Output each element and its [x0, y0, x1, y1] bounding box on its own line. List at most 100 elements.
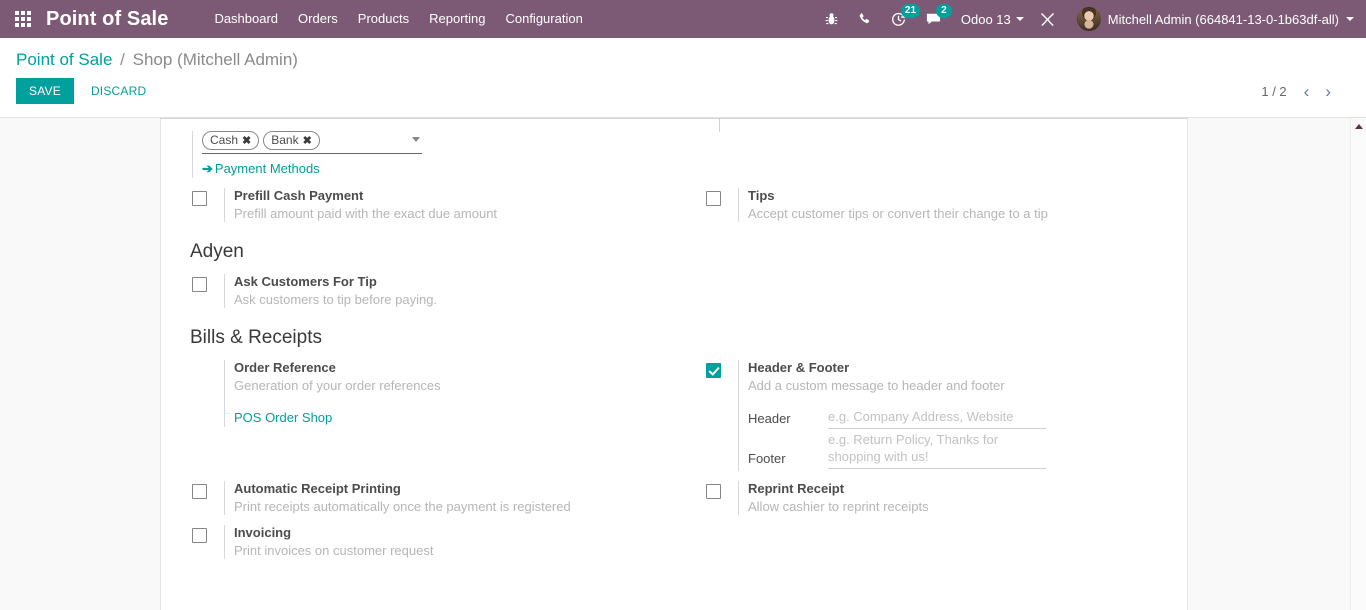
chevron-down-icon — [1015, 17, 1024, 21]
prefill-cash-payment-title: Prefill Cash Payment — [234, 188, 364, 203]
menu-item-dashboard[interactable]: Dashboard — [204, 0, 288, 38]
chevron-down-icon[interactable] — [412, 137, 420, 142]
adyen-row: Ask Customers For Tip Ask customers to t… — [160, 264, 1188, 308]
tag-cash[interactable]: Cash ✖ — [202, 131, 260, 150]
arrow-right-icon: ➔ — [202, 161, 213, 176]
tips-title: Tips — [748, 188, 775, 203]
tag-bank[interactable]: Bank ✖ — [263, 131, 320, 150]
reprint-receipt-checkbox[interactable] — [706, 484, 721, 499]
tag-cash-label: Cash — [210, 133, 239, 147]
prefill-cash-payment-checkbox[interactable] — [192, 191, 207, 206]
vertical-scrollbar[interactable] — [1350, 118, 1366, 610]
payment-methods-input[interactable]: Cash ✖ Bank ✖ — [202, 131, 422, 154]
setting-order-reference: Order Reference Generation of your order… — [160, 360, 674, 427]
tips-description: Accept customer tips or convert their ch… — [748, 206, 1048, 221]
order-reference-column: Order Reference Generation of your order… — [160, 350, 674, 471]
order-reference-description: Generation of your order references — [234, 378, 441, 393]
menu-item-products[interactable]: Products — [348, 0, 419, 38]
pager-value: 1 / 2 — [1261, 83, 1287, 99]
ask-customers-for-tip-checkbox[interactable] — [192, 277, 207, 292]
database-selector[interactable]: Odoo 13 — [951, 12, 1030, 27]
reprint-receipt-column: Reprint Receipt Allow cashier to reprint… — [674, 471, 1188, 515]
order-reference-title: Order Reference — [234, 360, 336, 375]
payment-methods-link-label: Payment Methods — [214, 161, 320, 176]
adyen-right-spacer — [674, 264, 1188, 308]
setting-ask-customers-for-tip: Ask Customers For Tip Ask customers to t… — [160, 274, 674, 308]
payment-methods-right-spacer — [674, 119, 1188, 178]
automatic-receipt-printing-description: Print receipts automatically once the pa… — [234, 499, 571, 514]
setting-reprint-receipt: Reprint Receipt Allow cashier to reprint… — [674, 481, 1188, 515]
section-title-bills-receipts: Bills & Receipts — [190, 327, 322, 348]
menu-item-reporting[interactable]: Reporting — [419, 0, 495, 38]
database-name: Odoo 13 — [960, 11, 1011, 27]
wrench-screwdriver-icon[interactable] — [1030, 0, 1065, 38]
discard-button[interactable]: DISCARD — [80, 78, 157, 104]
settings-content-area: Cash ✖ Bank ✖ ➔ Payment Methods Prefill … — [0, 118, 1366, 610]
header-input[interactable]: e.g. Company Address, Website — [828, 408, 1046, 429]
messages-icon[interactable]: 2 — [916, 0, 952, 38]
pager-next-button[interactable]: › — [1318, 81, 1338, 102]
phone-icon[interactable] — [848, 0, 881, 38]
scroll-up-icon[interactable] — [1355, 124, 1363, 129]
payment-methods-link[interactable]: ➔ Payment Methods — [202, 161, 320, 177]
order-reference-header-footer-row: Order Reference Generation of your order… — [160, 350, 1188, 471]
tips-column: Tips Accept customer tips or convert the… — [674, 178, 1188, 222]
ask-customers-for-tip-description: Ask customers to tip before paying. — [234, 292, 438, 307]
avatar — [1076, 7, 1101, 31]
record-pager: 1 / 2 ‹ › — [1261, 81, 1350, 102]
header-footer-fields: Header e.g. Company Address, Website Foo… — [748, 408, 1188, 469]
settings-form: Cash ✖ Bank ✖ ➔ Payment Methods Prefill … — [160, 119, 1188, 610]
header-footer-description: Add a custom message to header and foote… — [748, 378, 1005, 393]
payment-methods-column: Cash ✖ Bank ✖ ➔ Payment Methods — [160, 119, 674, 178]
apps-grid-icon[interactable] — [0, 0, 46, 38]
order-reference-link[interactable]: POS Order Shop — [234, 410, 332, 425]
control-panel: Point of Sale / Shop (Mitchell Admin) SA… — [0, 38, 1366, 118]
app-brand-title[interactable]: Point of Sale — [46, 8, 168, 31]
prefill-cash-payment-description: Prefill amount paid with the exact due a… — [234, 206, 498, 221]
reprint-receipt-description: Allow cashier to reprint receipts — [748, 499, 929, 514]
header-field-label: Header — [748, 411, 791, 426]
prefill-cash-column: Prefill Cash Payment Prefill amount paid… — [160, 178, 674, 222]
invoicing-row: Invoicing Print invoices on customer req… — [160, 515, 1188, 559]
automatic-receipt-printing-column: Automatic Receipt Printing Print receipt… — [160, 471, 674, 515]
invoicing-title: Invoicing — [234, 525, 292, 540]
header-field-row: Header e.g. Company Address, Website — [748, 408, 1188, 429]
setting-automatic-receipt-printing: Automatic Receipt Printing Print receipt… — [160, 481, 674, 515]
payment-methods-row: Cash ✖ Bank ✖ ➔ Payment Methods — [160, 119, 1188, 178]
prefill-tips-row: Prefill Cash Payment Prefill amount paid… — [160, 178, 1188, 222]
header-footer-column: Header & Footer Add a custom message to … — [674, 350, 1188, 471]
invoicing-checkbox[interactable] — [192, 528, 207, 543]
invoicing-column: Invoicing Print invoices on customer req… — [160, 515, 674, 559]
header-footer-checkbox[interactable] — [706, 363, 721, 378]
user-name: Mitchell Admin (664841-13-0-1b63df-all) — [1107, 11, 1339, 27]
footer-field-row: Footer e.g. Return Policy, Thanks for sh… — [748, 431, 1188, 469]
footer-field-label: Footer — [748, 451, 786, 466]
tips-checkbox[interactable] — [706, 191, 721, 206]
section-title-adyen: Adyen — [190, 241, 244, 262]
setting-tips: Tips Accept customer tips or convert the… — [674, 188, 1188, 222]
top-navbar: Point of Sale Dashboard Orders Products … — [0, 0, 1366, 38]
pager-previous-button[interactable]: ‹ — [1297, 81, 1317, 102]
tag-bank-remove-icon[interactable]: ✖ — [303, 134, 312, 147]
payment-methods-block: Cash ✖ Bank ✖ ➔ Payment Methods — [160, 119, 674, 178]
setting-prefill-cash-payment: Prefill Cash Payment Prefill amount paid… — [160, 188, 674, 222]
chevron-down-icon — [1346, 17, 1354, 21]
footer-input[interactable]: e.g. Return Policy, Thanks for shopping … — [828, 431, 1046, 469]
ask-customers-for-tip-title: Ask Customers For Tip — [234, 274, 377, 289]
header-footer-title: Header & Footer — [748, 360, 850, 375]
user-menu[interactable]: Mitchell Admin (664841-13-0-1b63df-all) — [1065, 7, 1358, 31]
main-menu: Dashboard Orders Products Reporting Conf… — [204, 0, 592, 38]
invoicing-right-spacer — [674, 515, 1188, 559]
automatic-receipt-printing-checkbox[interactable] — [192, 484, 207, 499]
breadcrumb-root[interactable]: Point of Sale — [16, 50, 112, 69]
tag-cash-remove-icon[interactable]: ✖ — [242, 134, 251, 147]
save-button[interactable]: SAVE — [16, 78, 74, 104]
ask-tip-column: Ask Customers For Tip Ask customers to t… — [160, 264, 674, 308]
breadcrumb: Point of Sale / Shop (Mitchell Admin) — [16, 38, 1350, 73]
bug-icon[interactable] — [815, 0, 848, 38]
menu-item-configuration[interactable]: Configuration — [495, 0, 592, 38]
invoicing-description: Print invoices on customer request — [234, 543, 434, 558]
activity-clock-icon[interactable]: 21 — [881, 0, 921, 38]
tag-bank-label: Bank — [271, 133, 299, 147]
menu-item-orders[interactable]: Orders — [288, 0, 348, 38]
